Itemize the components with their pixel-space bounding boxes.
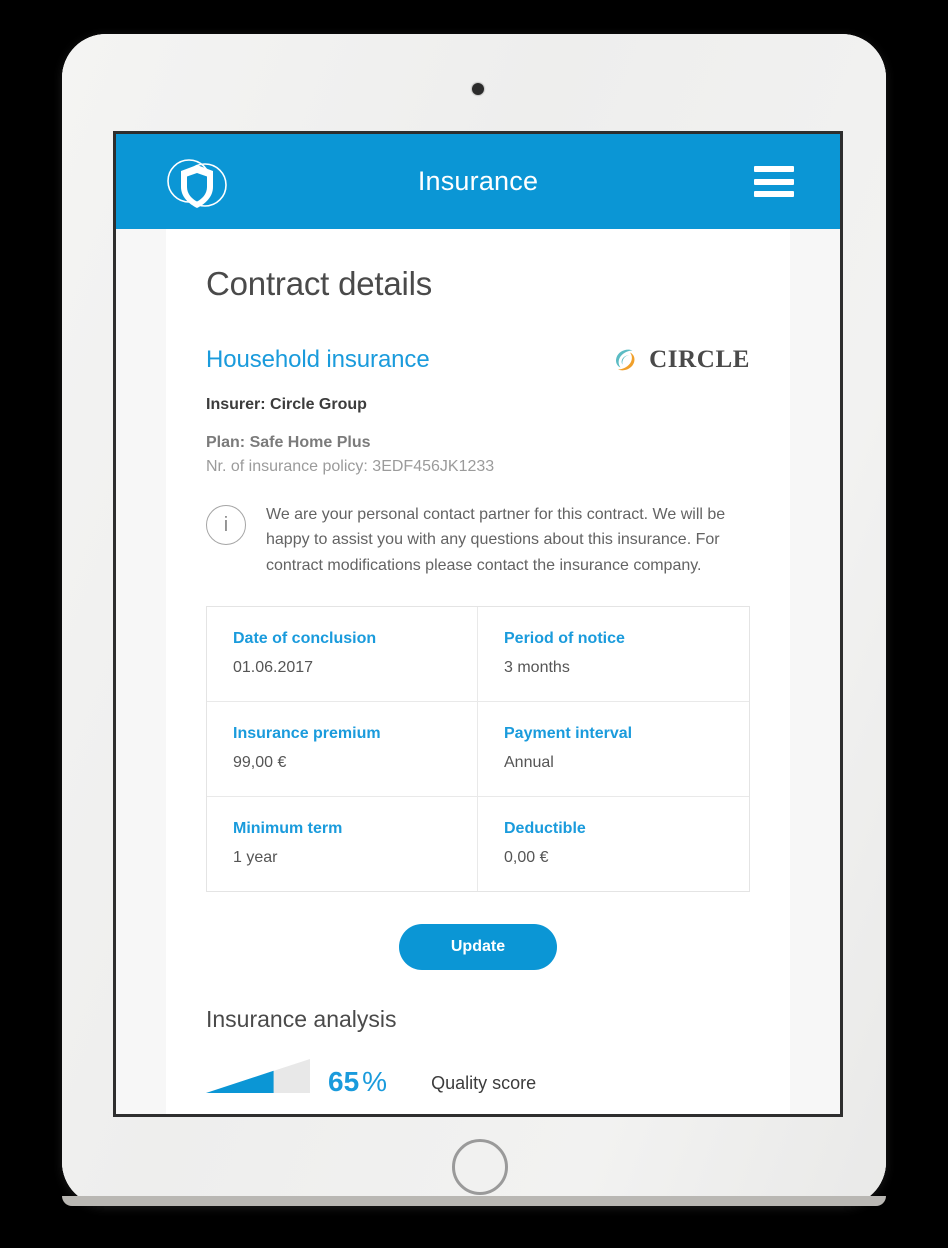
detail-cell-period-of-notice: Period of notice 3 months: [478, 607, 749, 702]
home-button[interactable]: [452, 1139, 508, 1195]
detail-cell-insurance-premium: Insurance premium 99,00 €: [207, 701, 478, 797]
quality-score-unit: %: [362, 1065, 388, 1097]
content-card: Contract details Household insurance CIR…: [166, 229, 790, 1114]
detail-value: 0,00 €: [504, 848, 549, 866]
detail-value: 3 months: [504, 658, 570, 676]
screenshot-stage: Insurance Contract details Household ins…: [0, 0, 948, 1248]
detail-value: 1 year: [233, 848, 278, 866]
shield-circles-logo-icon: [162, 154, 232, 212]
detail-label: Date of conclusion: [233, 629, 377, 647]
detail-cell-minimum-term: Minimum term 1 year: [207, 796, 478, 891]
detail-label: Insurance premium: [233, 724, 381, 742]
info-circle-icon: i: [206, 505, 246, 545]
product-name: Household insurance: [206, 346, 430, 373]
detail-value: Annual: [504, 753, 554, 771]
hamburger-bar-3: [754, 191, 794, 197]
tablet-screen: Insurance Contract details Household ins…: [113, 131, 843, 1117]
quality-score-gauge-icon: [206, 1058, 310, 1093]
policy-number-line: Nr. of insurance policy: 3EDF456JK1233: [206, 458, 495, 475]
detail-label: Payment interval: [504, 724, 633, 742]
insurer-logo: CIRCLE: [610, 345, 750, 375]
contract-details-table: Date of conclusion 01.06.2017 Period of …: [206, 605, 750, 892]
app-header: Insurance: [116, 134, 840, 229]
info-notice-text: We are your personal contact partner for…: [266, 506, 726, 574]
insurer-line: Insurer: Circle Group: [206, 396, 367, 413]
quality-score-label: Quality score: [431, 1072, 537, 1093]
detail-cell-payment-interval: Payment interval Annual: [478, 702, 749, 797]
quality-score-value: 65%: [328, 1065, 388, 1097]
camera-dot-icon: [472, 83, 484, 95]
detail-value: 99,00 €: [233, 753, 287, 771]
detail-cell-date-of-conclusion: Date of conclusion 01.06.2017: [207, 606, 478, 702]
insurance-analysis-title: Insurance analysis: [206, 1005, 397, 1032]
detail-label: Minimum term: [233, 819, 343, 837]
tablet-bottom-edge: [62, 1196, 886, 1206]
update-button[interactable]: Update: [398, 923, 558, 970]
detail-label: Deductible: [504, 819, 586, 837]
hamburger-bar-2: [754, 178, 794, 185]
quality-score-row: 65% Quality score: [206, 1058, 750, 1097]
info-notice: i We are your personal contact partner f…: [206, 502, 750, 578]
detail-value: 01.06.2017: [233, 658, 314, 676]
detail-cell-deductible: Deductible 0,00 €: [478, 797, 749, 891]
insurer-logo-wordmark: CIRCLE: [649, 346, 750, 373]
detail-label: Period of notice: [504, 629, 625, 647]
product-header-row: Household insurance CIRCLE: [206, 345, 750, 375]
page-body: Contract details Household insurance CIR…: [116, 229, 840, 1114]
quality-score-number: 65: [328, 1065, 360, 1097]
update-button-row: Update: [206, 923, 750, 970]
circle-swirl-logo-icon: [610, 345, 640, 375]
page-title: Contract details: [206, 265, 433, 302]
hamburger-menu-icon[interactable]: [754, 166, 794, 197]
plan-line: Plan: Safe Home Plus: [206, 434, 371, 451]
hamburger-bar-1: [754, 166, 794, 172]
